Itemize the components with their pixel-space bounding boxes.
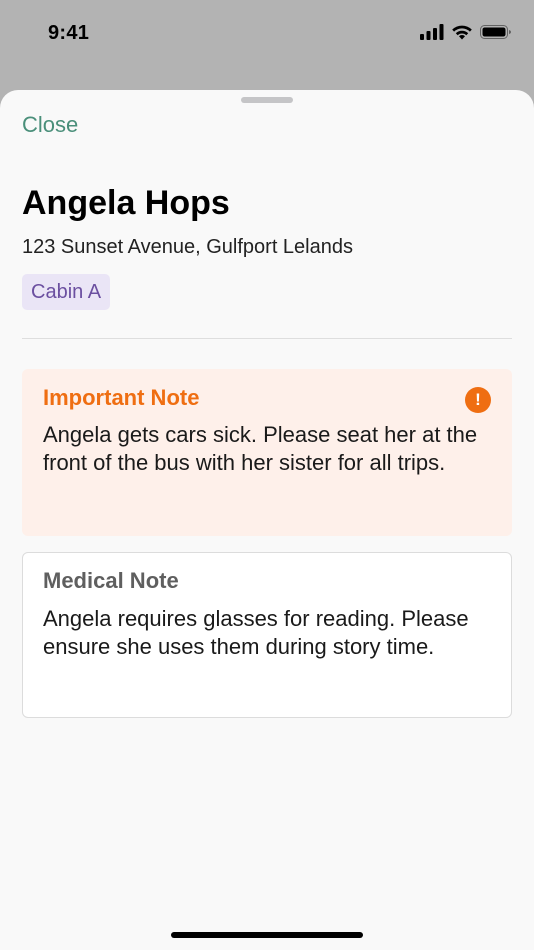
camper-address: 123 Sunset Avenue, Gulfport Lelands	[22, 236, 353, 258]
medical-note-card: Medical Note Angela requires glasses for…	[22, 552, 512, 718]
divider	[22, 338, 512, 339]
wifi-icon	[451, 24, 473, 45]
important-note-card: Important Note ! Angela gets cars sick. …	[22, 369, 512, 536]
cabin-badge: Cabin A	[22, 274, 111, 310]
alert-icon: !	[465, 387, 491, 413]
sheet-grabber[interactable]	[241, 97, 293, 103]
medical-note-body: Angela requires glasses for reading. Ple…	[43, 606, 469, 659]
cellular-signal-icon	[420, 24, 444, 45]
status-time: 9:41	[48, 22, 90, 44]
camper-name: Angela Hops	[22, 184, 230, 222]
home-indicator[interactable]	[171, 932, 363, 938]
battery-icon	[480, 24, 512, 45]
status-bar: 9:41	[0, 0, 534, 70]
important-note-title: Important Note	[43, 385, 200, 410]
medical-note-title: Medical Note	[43, 568, 179, 593]
important-note-body: Angela gets cars sick. Please seat her a…	[43, 422, 478, 475]
status-icons	[420, 24, 512, 45]
close-button[interactable]: Close	[22, 112, 78, 138]
camper-detail-sheet: Close Angela Hops 123 Sunset Avenue, Gul…	[0, 90, 534, 950]
